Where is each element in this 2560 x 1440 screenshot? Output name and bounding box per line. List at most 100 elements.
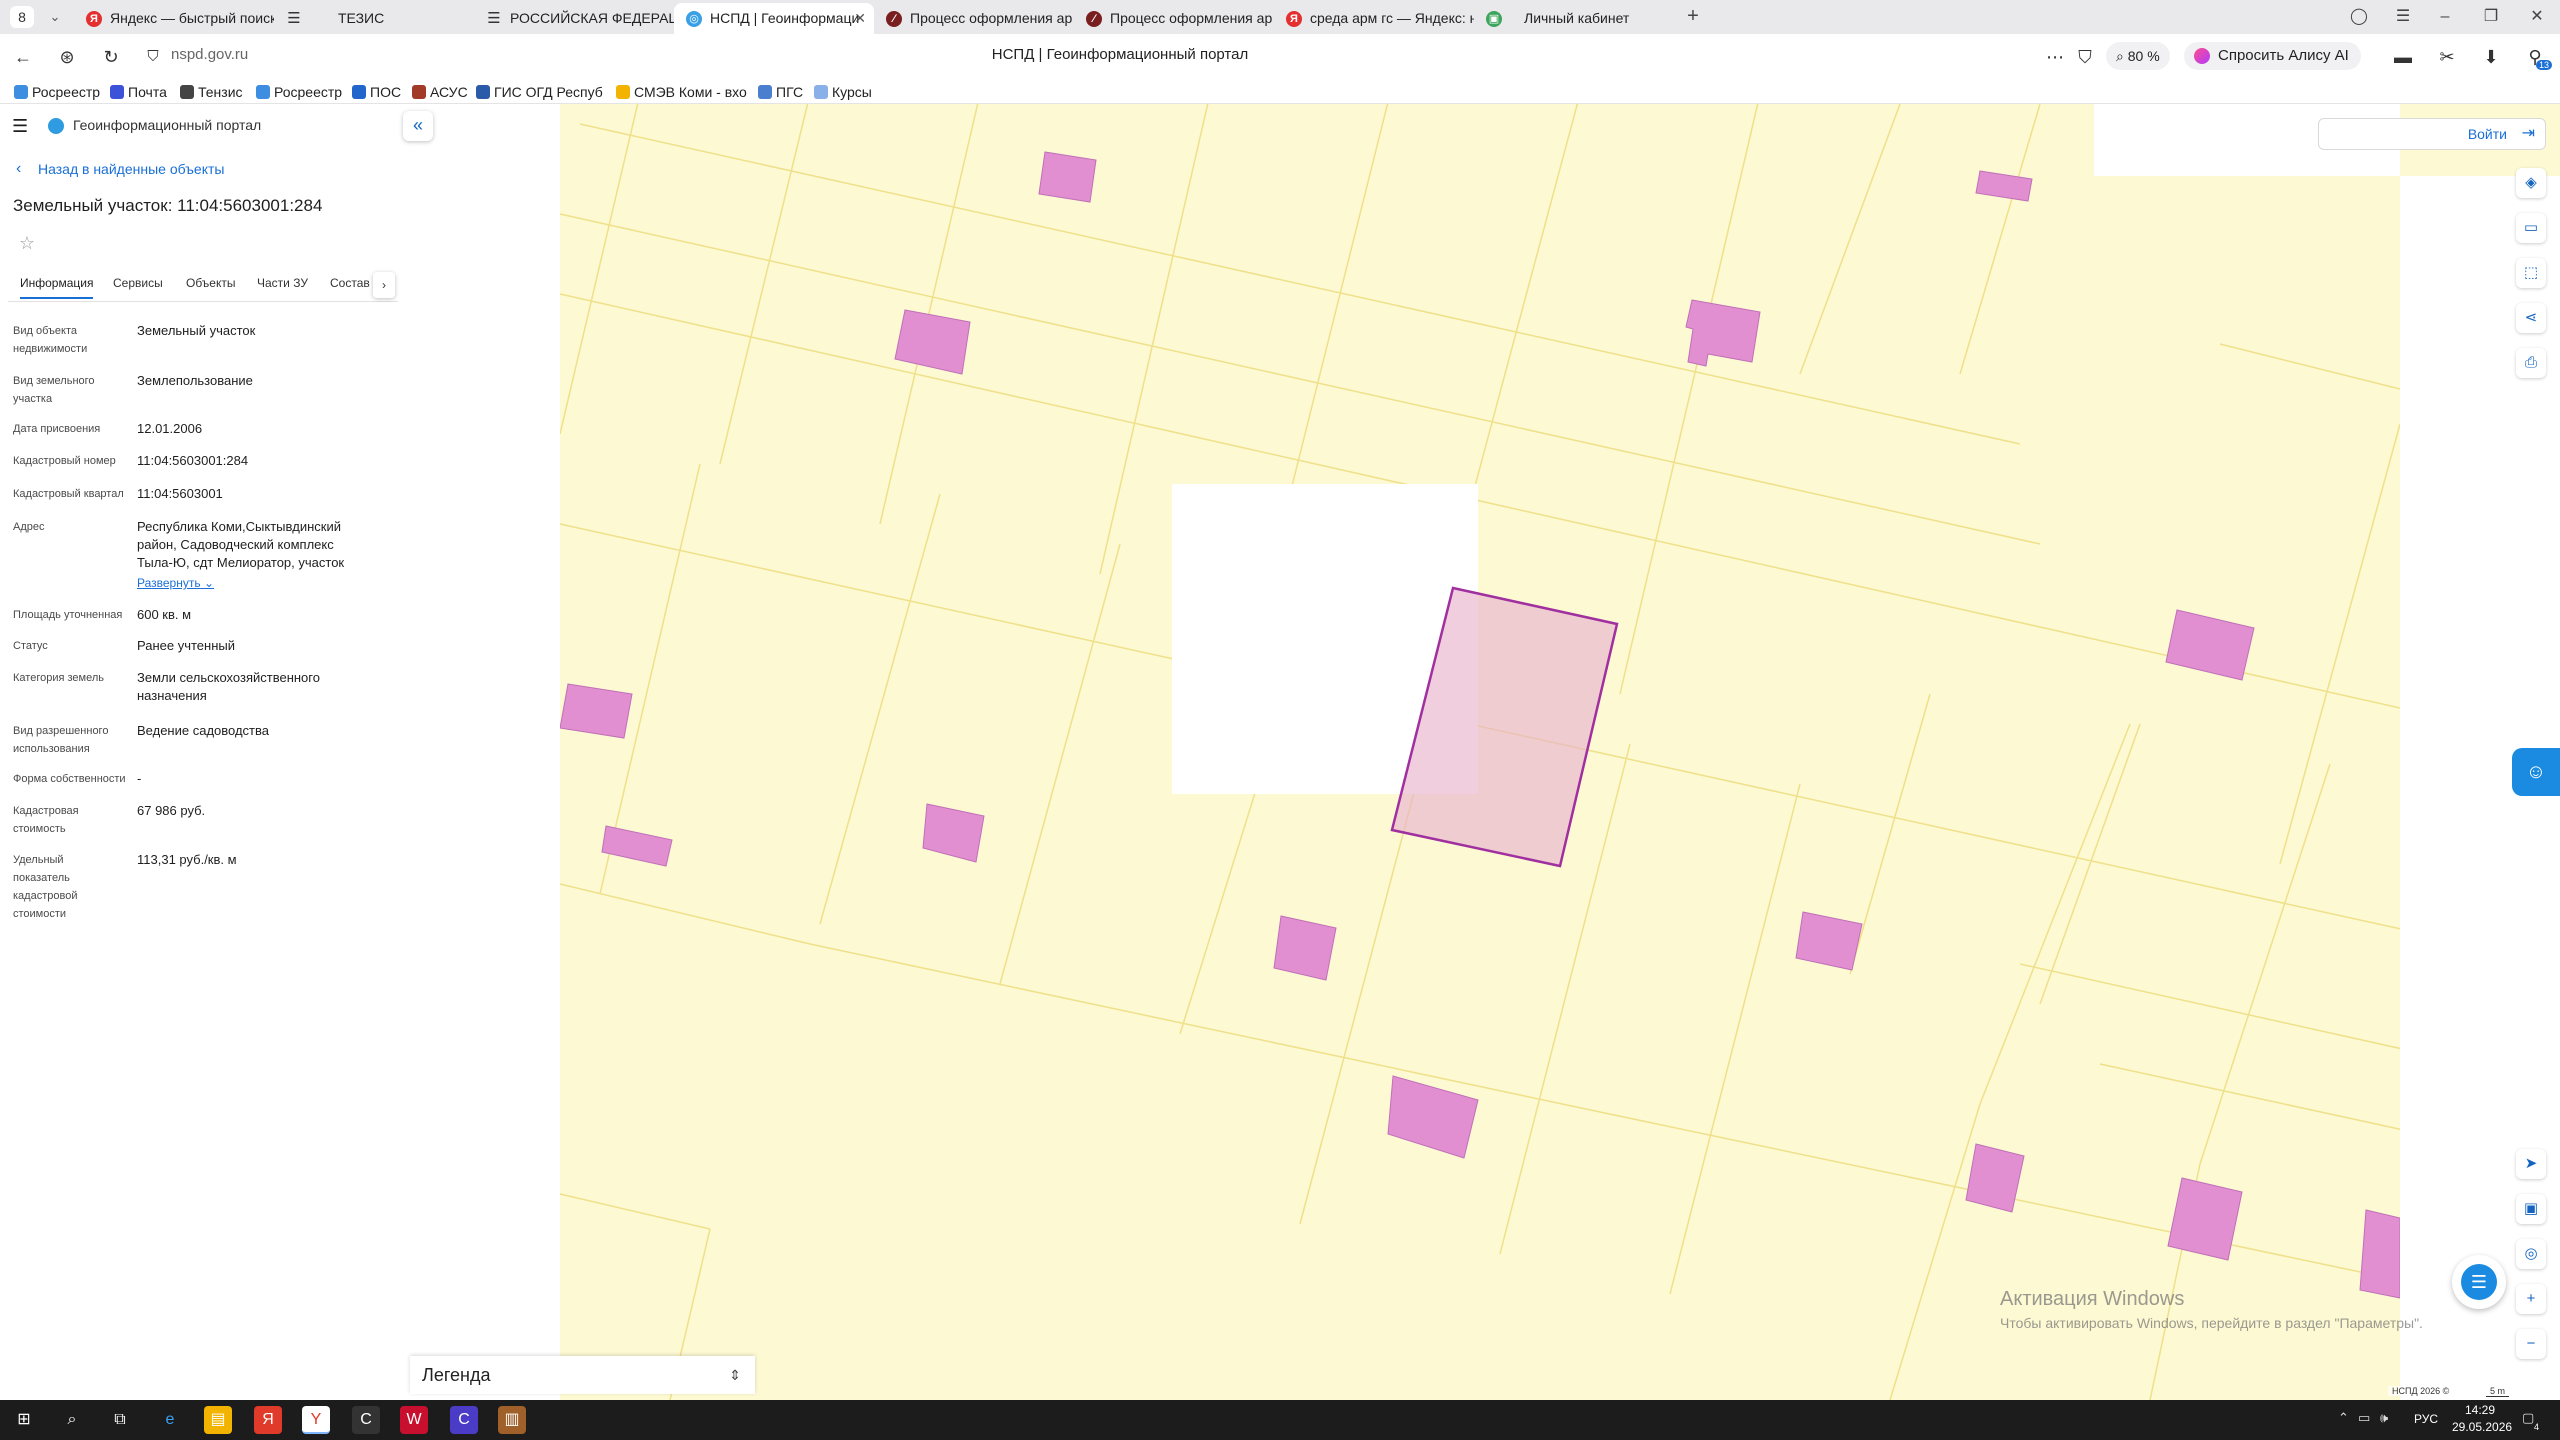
windows-start-icon[interactable]: ⊞ — [10, 1406, 38, 1434]
browser-tab-2[interactable]: ☰ РОССИЙСКАЯ ФЕДЕРАЦ — [474, 3, 674, 34]
prop-value: 11:04:5603001 — [137, 486, 223, 501]
tab-composition[interactable]: Состав — [330, 276, 370, 290]
chevron-down-icon: ⌄ — [203, 576, 215, 590]
browser-tab-0[interactable]: Я Яндекс — быстрый поиск — [74, 3, 274, 34]
browser-tab-5[interactable]: ∕ Процесс оформления ар — [1074, 3, 1274, 34]
yandex-icon[interactable]: Я — [254, 1406, 282, 1434]
chat-button[interactable]: ☰ — [2452, 1255, 2506, 1309]
restore-icon[interactable]: ❐ — [2478, 4, 2504, 30]
tabs-dropdown-icon[interactable]: ⌄ — [44, 6, 66, 28]
edge-icon[interactable]: e — [156, 1406, 184, 1434]
network-icon[interactable]: ▭ — [2358, 1410, 2370, 1426]
yandex-browser-icon[interactable]: Y — [302, 1406, 330, 1434]
bookmark-tenzis[interactable]: Тензис — [180, 82, 243, 102]
prop-label: Категория земель — [13, 672, 104, 684]
bookmark-rosreestr-2[interactable]: Росреестр — [256, 82, 342, 102]
bookmark-courses[interactable]: Курсы — [814, 82, 872, 102]
map-canvas[interactable] — [560, 104, 2560, 1400]
minimap-icon[interactable]: ▣ — [2516, 1194, 2546, 1224]
tab-parts[interactable]: Части ЗУ — [257, 276, 308, 290]
prop-label: Статус — [13, 640, 48, 652]
tab-information[interactable]: Информация — [20, 276, 94, 299]
login-button[interactable]: Войти ⇥ — [2318, 118, 2546, 150]
prop-value: Земельный участок — [137, 323, 256, 338]
nspd-icon: ◎ — [686, 11, 702, 27]
clock[interactable]: 14:29 29.05.2026 — [2452, 1402, 2512, 1436]
bookmark-mail[interactable]: Почта — [110, 82, 167, 102]
bookmark-pos[interactable]: ПОС — [352, 82, 401, 102]
task-view-icon[interactable]: ⧉ — [106, 1406, 134, 1434]
ask-alice-button[interactable]: Спросить Алису AI — [2184, 42, 2361, 70]
tab-services[interactable]: Сервисы — [113, 276, 163, 290]
bookmark-asus[interactable]: АСУС — [412, 82, 468, 102]
bookmark-smev[interactable]: СМЭВ Коми - вхо — [616, 82, 747, 102]
parcel-line — [1959, 104, 2041, 375]
notification-center-icon[interactable]: ▢ — [2522, 1410, 2534, 1426]
browser-menu-icon[interactable]: ☰ — [2390, 4, 2416, 30]
app-c-icon[interactable]: C — [352, 1406, 380, 1434]
grid-icon — [814, 85, 828, 99]
minimize-icon[interactable]: – — [2432, 4, 2458, 30]
assistant-icon[interactable]: ☺ — [2512, 748, 2560, 796]
tab-count-badge[interactable]: 8 — [10, 6, 34, 28]
browser-tab-1[interactable]: ☰ ТЕЗИС — [274, 3, 474, 34]
browser-tab-4[interactable]: ∕ Процесс оформления ар — [874, 3, 1074, 34]
layers-icon[interactable]: ◈ — [2516, 168, 2546, 198]
parcel-line — [1799, 104, 1901, 375]
notifications-badge: 13 — [2536, 60, 2553, 70]
page-title-in-address-bar: НСПД | Геоинформационный портал — [991, 46, 1249, 63]
extension-icon[interactable]: ▬ — [2390, 44, 2416, 70]
chat-icon: ☰ — [2461, 1264, 2497, 1300]
expand-address-link[interactable]: Развернуть ⌄ — [137, 576, 214, 590]
portal-logo-icon — [48, 118, 64, 134]
tools-icon[interactable]: ✂ — [2434, 44, 2460, 70]
close-tab-icon[interactable]: ✕ — [854, 3, 866, 34]
zoom-out-icon[interactable]: − — [2516, 1329, 2546, 1359]
search-icon[interactable]: ⌕ — [58, 1406, 86, 1434]
profile-icon[interactable]: ◯ — [2346, 4, 2372, 30]
print-icon[interactable]: ⎙ — [2516, 348, 2546, 378]
app-archive-icon[interactable]: ▥ — [498, 1406, 526, 1434]
hamburger-menu-icon[interactable]: ☰ — [12, 116, 32, 136]
wps-icon[interactable]: W — [400, 1406, 428, 1434]
locate-icon[interactable]: ➤ — [2516, 1149, 2546, 1179]
close-window-icon[interactable]: ✕ — [2524, 4, 2550, 30]
parcel-line — [809, 943, 1601, 1113]
expand-collapse-icon: ⇕ — [729, 1367, 741, 1383]
bookmark-pgs[interactable]: ПГС — [758, 82, 803, 102]
bookmark-rosreestr[interactable]: Росреестр — [14, 82, 100, 102]
target-icon[interactable]: ◎ — [2516, 1239, 2546, 1269]
browser-tab-active[interactable]: ◎ НСПД | Геоинформаци ✕ — [674, 3, 874, 34]
collapse-panel-icon[interactable]: « — [403, 111, 433, 141]
building — [2167, 1177, 2243, 1261]
browser-tab-7[interactable]: ▣ Личный кабинет — [1474, 3, 1674, 34]
bookmark-gis-ogd[interactable]: ГИС ОГД Респуб — [476, 82, 603, 102]
back-to-results-link[interactable]: ‹ Назад в найденные объекты — [16, 160, 224, 177]
input-language[interactable]: РУС — [2414, 1412, 2438, 1426]
ruler-icon[interactable]: ▭ — [2516, 213, 2546, 243]
downloads-icon[interactable]: ⬇ — [2478, 44, 2504, 70]
zoom-in-icon[interactable]: + — [2516, 1284, 2546, 1314]
parcel-line — [2039, 723, 2141, 1005]
share-icon[interactable]: ⋖ — [2516, 303, 2546, 333]
file-explorer-icon[interactable]: ▤ — [204, 1406, 232, 1434]
tray-chevron-icon[interactable]: ⌃ — [2338, 1410, 2349, 1426]
app-purple-icon[interactable]: C — [450, 1406, 478, 1434]
prop-value-address: Республика Коми,Сыктывдинский район, Сад… — [137, 519, 345, 570]
new-tab-button[interactable]: + — [1682, 6, 1704, 28]
bookmark-icon[interactable]: ⛉ — [2072, 44, 2098, 70]
building — [1975, 170, 2033, 202]
tabs-next-icon[interactable]: › — [373, 272, 395, 298]
volume-icon[interactable]: 🕪 — [2380, 1410, 2388, 1426]
select-area-icon[interactable]: ⬚ — [2516, 258, 2546, 288]
tab-objects[interactable]: Объекты — [186, 276, 236, 290]
favorite-star-icon[interactable]: ☆ — [16, 232, 38, 254]
browser-tab-6[interactable]: Я среда арм гс — Яндекс: н — [1274, 3, 1474, 34]
parcel-line — [1619, 104, 1759, 695]
more-dots-icon[interactable]: ⋯ — [2042, 44, 2068, 70]
zoom-level-button[interactable]: ⌕ 80 % — [2106, 42, 2170, 70]
building — [1387, 1075, 1479, 1159]
building — [922, 803, 985, 863]
parcel-line — [560, 883, 811, 945]
legend-toggle[interactable]: Легенда ⇕ — [410, 1356, 755, 1394]
